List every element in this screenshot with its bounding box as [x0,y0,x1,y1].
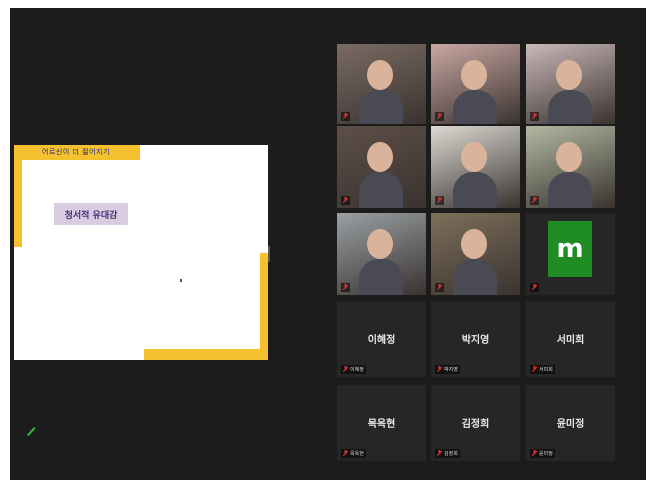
participant-body [548,90,592,124]
participant-label [341,196,350,205]
splitter-handle[interactable] [268,246,270,262]
participant-face [461,60,487,90]
participant-label: 목옥현 [341,449,366,458]
participant-tile[interactable] [337,126,426,208]
participant-tile[interactable]: m [526,213,615,295]
participant-body [453,90,497,124]
slide-accent-left [14,145,22,247]
participant-label-text: 박지영 [444,367,458,373]
participant-video [526,126,615,208]
participant-label: 윤미정 [530,449,555,458]
participant-body [453,172,497,208]
participant-tile[interactable] [431,126,520,208]
mic-muted-icon [437,113,442,120]
participant-label: 서미희 [530,365,555,374]
participant-label [530,112,539,121]
participant-video [337,213,426,295]
participant-tile[interactable]: 박지영 박지영 [431,301,520,377]
participant-video [431,44,520,124]
participant-label [530,283,539,292]
participant-face [461,229,487,259]
mic-muted-icon [437,450,442,457]
participant-label-text: 서미희 [539,367,553,373]
mic-muted-icon [343,197,348,204]
participant-tile[interactable]: 김정희 김정희 [431,385,520,461]
participant-face [367,60,393,90]
participant-tile[interactable]: 이혜정 이혜정 [337,301,426,377]
participant-label-text: 윤미정 [539,451,553,457]
mic-muted-icon [343,450,348,457]
mic-muted-icon [343,284,348,291]
participant-label-text: 이혜정 [350,367,364,373]
mouse-cursor [180,279,182,282]
pen-icon[interactable] [24,424,38,438]
participant-tile[interactable] [526,44,615,124]
participant-face [556,60,582,90]
mic-muted-icon [343,113,348,120]
participant-face [367,142,393,172]
mic-muted-icon [437,197,442,204]
participant-label: 박지영 [435,365,460,374]
participant-tile[interactable] [431,44,520,124]
participant-tile[interactable]: 목옥현 목옥현 [337,385,426,461]
participant-name: 목옥현 [367,419,396,430]
participant-video [431,126,520,208]
participant-video [337,44,426,124]
participant-name: 박지영 [461,335,490,346]
shared-screen[interactable]: 어르신이 더 젊어지기 청서적 유대감 [14,145,268,360]
participant-label: 김정희 [435,449,460,458]
mic-muted-icon [532,197,537,204]
participant-tile[interactable] [337,44,426,124]
slide-banner: 어르신이 더 젊어지기 [42,148,110,156]
participant-label: 이혜정 [341,365,366,374]
participant-tile[interactable]: 서미희 서미희 [526,301,615,377]
participant-body [359,90,403,124]
participant-video [431,213,520,295]
participant-name: 이혜정 [367,335,396,346]
slide-accent-bottom [144,349,268,360]
participant-face [556,142,582,172]
participant-face [461,142,487,172]
participant-body [359,259,403,295]
participant-body [548,172,592,208]
mic-muted-icon [532,284,537,291]
participant-label [435,283,444,292]
participant-tile[interactable]: 윤미정 윤미정 [526,385,615,461]
participant-tile[interactable] [337,213,426,295]
slide-heading: 청서적 유대감 [54,203,128,225]
participant-label [435,196,444,205]
participant-face [367,229,393,259]
participant-label-text: 목옥현 [350,451,364,457]
participant-label [341,112,350,121]
slide-accent-right [260,253,268,360]
mic-muted-icon [437,366,442,373]
mic-muted-icon [532,113,537,120]
participant-body [453,259,497,295]
participant-label-text: 김정희 [444,451,458,457]
participant-label [435,112,444,121]
participant-video [337,126,426,208]
mic-muted-icon [437,284,442,291]
participant-tile[interactable] [526,126,615,208]
participant-name: 윤미정 [556,419,585,430]
participant-name: 김정희 [461,419,490,430]
mic-muted-icon [532,366,537,373]
avatar: m [548,221,592,277]
participant-video [526,44,615,124]
participant-name: 서미희 [556,335,585,346]
participant-tile[interactable] [431,213,520,295]
mic-muted-icon [343,366,348,373]
mic-muted-icon [532,450,537,457]
participant-body [359,172,403,208]
participant-label [530,196,539,205]
participant-label [341,283,350,292]
